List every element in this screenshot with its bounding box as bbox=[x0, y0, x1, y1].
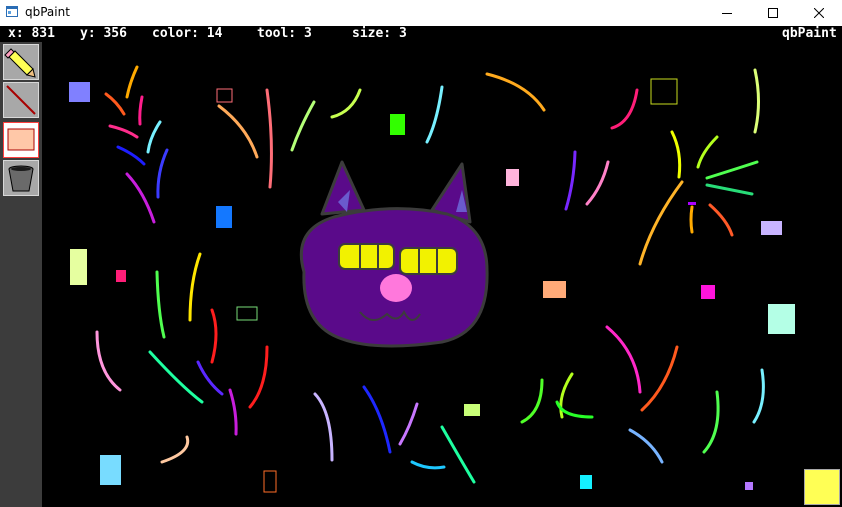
client-area: x: 831 y: 356 color: 14 tool: 3 size: 3 … bbox=[0, 26, 842, 507]
line-tool-button[interactable] bbox=[3, 82, 39, 118]
bucket-icon bbox=[8, 165, 34, 192]
minimize-button[interactable] bbox=[704, 0, 750, 26]
pencil-icon bbox=[4, 48, 36, 78]
x-coordinate-readout: x: 831 bbox=[8, 26, 55, 41]
size-readout: size: 3 bbox=[352, 26, 407, 41]
title-bar[interactable]: qbPaint bbox=[0, 0, 842, 26]
app-name-label: qbPaint bbox=[782, 26, 837, 41]
app-window: qbPaint x: 831 y: 356 color: 14 tool: 3 … bbox=[0, 0, 842, 507]
window-title: qbPaint bbox=[25, 5, 70, 19]
close-button[interactable] bbox=[796, 0, 842, 26]
rectangle-tool-button[interactable] bbox=[3, 122, 39, 158]
y-coordinate-readout: y: 356 bbox=[80, 26, 127, 41]
rectangle-icon bbox=[7, 128, 35, 151]
close-icon bbox=[814, 8, 824, 18]
minimize-icon bbox=[722, 13, 732, 14]
maximize-button[interactable] bbox=[750, 0, 796, 26]
color-readout: color: 14 bbox=[152, 26, 223, 41]
maximize-icon bbox=[768, 8, 778, 18]
tool-readout: tool: 3 bbox=[257, 26, 312, 41]
status-bar: x: 831 y: 356 color: 14 tool: 3 size: 3 … bbox=[0, 26, 842, 42]
app-icon bbox=[6, 6, 18, 17]
pencil-tool-button[interactable] bbox=[3, 44, 39, 80]
current-color-swatch[interactable] bbox=[804, 469, 840, 505]
drawing-canvas[interactable] bbox=[42, 42, 842, 507]
fill-tool-button[interactable] bbox=[3, 160, 39, 196]
tool-palette bbox=[0, 42, 42, 507]
line-icon bbox=[6, 85, 36, 115]
